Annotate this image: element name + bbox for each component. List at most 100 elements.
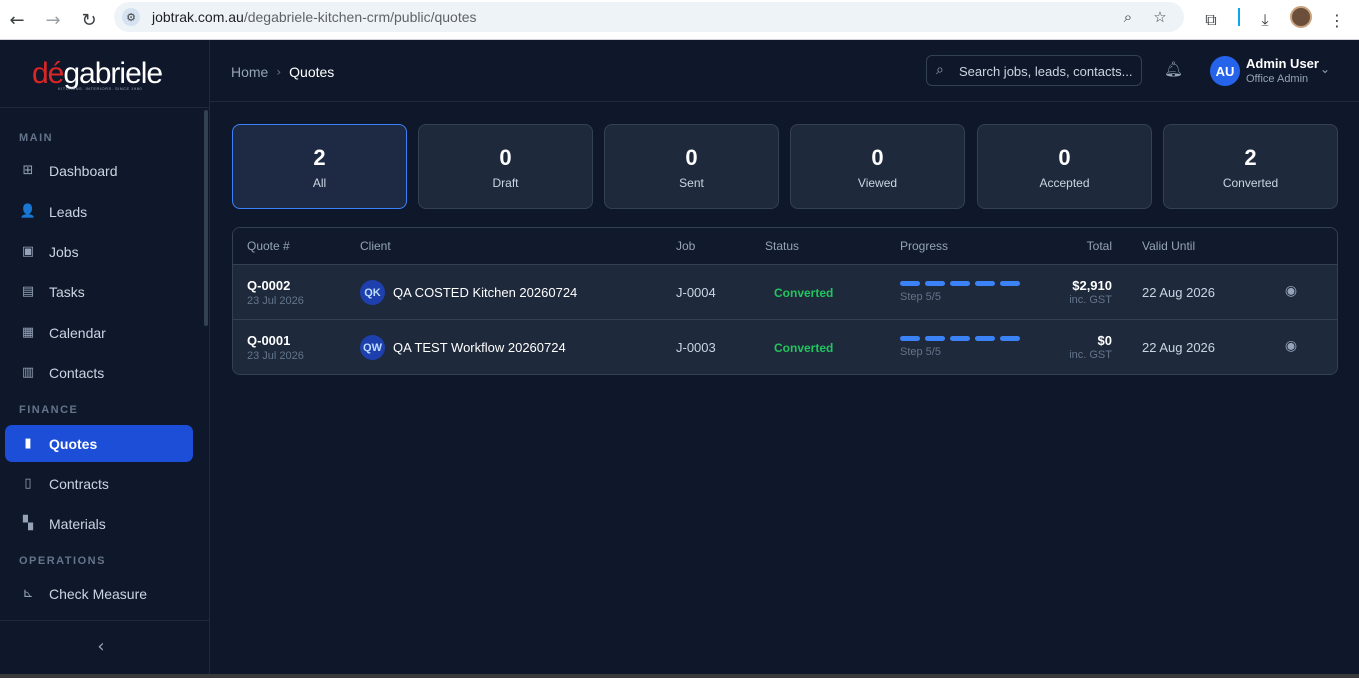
- column-header-client[interactable]: Client: [360, 239, 391, 253]
- sidebar-item-label: Check Measure: [49, 585, 148, 602]
- toolbar-divider: [1238, 8, 1240, 26]
- tax-note: inc. GST: [1069, 349, 1112, 361]
- column-header-quote[interactable]: Quote #: [247, 239, 290, 253]
- quote-total: $2,910: [1072, 278, 1112, 293]
- progress-segment: [950, 281, 970, 286]
- stat-count: 2: [1244, 145, 1257, 170]
- progress-step-text: Step 5/5: [900, 346, 941, 358]
- sidebar-item-tasks[interactable]: ▤ Tasks: [5, 273, 193, 310]
- sidebar-item-label: Calendar: [49, 324, 106, 341]
- quotes-table: Quote # Client Job Status Progress Total…: [232, 227, 1338, 375]
- bookmark-star-icon[interactable]: ☆: [1148, 5, 1172, 29]
- sidebar-item-label: Quotes: [49, 435, 98, 452]
- brand-logo[interactable]: dégabriele KITCHENS. INTERIORS. SINCE 19…: [0, 40, 209, 108]
- column-header-progress[interactable]: Progress: [900, 239, 948, 253]
- table-row[interactable]: Q-0002 23 Jul 2026 QK QA COSTED Kitchen …: [233, 265, 1337, 320]
- sidebar-item-quotes[interactable]: ▮ Quotes: [5, 425, 193, 462]
- chevron-down-icon[interactable]: ⌄: [1320, 62, 1330, 76]
- sidebar-item-jobs[interactable]: ▣ Jobs: [5, 233, 193, 270]
- breadcrumb: Home › Quotes: [231, 64, 334, 80]
- user-plus-icon: 👤: [19, 204, 37, 219]
- progress-segment: [1000, 336, 1020, 341]
- zoom-icon[interactable]: ⌕: [1116, 5, 1140, 29]
- browser-toolbar: ← → ↻ ⚙ jobtrak.com.au/degabriele-kitche…: [0, 0, 1359, 40]
- sidebar-item-dashboard[interactable]: ⊞ Dashboard: [5, 152, 193, 189]
- menu-icon[interactable]: ⋮: [1323, 6, 1351, 34]
- stat-label: Viewed: [857, 176, 898, 190]
- user-name[interactable]: Admin User: [1246, 56, 1319, 71]
- view-eye-icon[interactable]: ◉: [1282, 282, 1300, 300]
- address-book-icon: ▥: [21, 365, 35, 380]
- client-name[interactable]: QA COSTED Kitchen 20260724: [393, 285, 577, 300]
- sidebar-item-label: Contacts: [49, 364, 105, 381]
- breadcrumb-current: Quotes: [289, 64, 335, 80]
- column-header-total[interactable]: Total: [1087, 239, 1112, 253]
- client-name[interactable]: QA TEST Workflow 20260724: [393, 340, 566, 355]
- progress-bar: [900, 336, 1020, 341]
- back-arrow-icon[interactable]: ←: [3, 6, 31, 34]
- progress-segment: [975, 336, 995, 341]
- chevron-right-icon: ›: [276, 65, 282, 79]
- job-number[interactable]: J-0004: [676, 285, 716, 300]
- stat-card-sent[interactable]: 0 Sent: [604, 124, 779, 209]
- status-badge: Converted: [774, 286, 834, 300]
- progress-bar: [900, 281, 1020, 286]
- job-number[interactable]: J-0003: [676, 340, 716, 355]
- sidebar-item-contacts[interactable]: ▥ Contacts: [5, 354, 193, 391]
- url-text[interactable]: jobtrak.com.au/degabriele-kitchen-crm/pu…: [152, 9, 477, 25]
- stat-count: 2: [313, 145, 326, 170]
- user-role: Office Admin: [1246, 73, 1309, 85]
- collapse-sidebar-icon[interactable]: ‹: [92, 636, 110, 657]
- view-eye-icon[interactable]: ◉: [1282, 337, 1300, 355]
- quote-number[interactable]: Q-0002: [247, 278, 290, 293]
- nav-section-main: MAIN: [19, 132, 54, 144]
- download-icon[interactable]: ⤓: [1251, 6, 1279, 34]
- column-header-valid-until[interactable]: Valid Until: [1142, 239, 1195, 253]
- search-input[interactable]: [959, 62, 1137, 80]
- address-bar[interactable]: ⚙ jobtrak.com.au/degabriele-kitchen-crm/…: [114, 2, 1184, 32]
- stat-count: 0: [871, 145, 884, 170]
- sidebar-item-check-measure[interactable]: ⊾ Check Measure: [5, 575, 193, 612]
- profile-avatar[interactable]: [1290, 6, 1312, 28]
- stat-count: 0: [685, 145, 698, 170]
- column-header-job[interactable]: Job: [676, 239, 695, 253]
- extensions-icon[interactable]: ⧉: [1197, 6, 1225, 34]
- notification-bell-icon[interactable]: 🔔︎: [1164, 60, 1183, 78]
- sidebar-scrollbar[interactable]: [204, 110, 208, 326]
- grid-icon: ⊞: [22, 163, 34, 178]
- logo-tagline: KITCHENS. INTERIORS. SINCE 1980: [58, 86, 143, 91]
- sidebar-item-calendar[interactable]: ▦ Calendar: [5, 314, 193, 351]
- stat-card-accepted[interactable]: 0 Accepted: [977, 124, 1152, 209]
- stat-card-converted[interactable]: 2 Converted: [1163, 124, 1338, 209]
- valid-until: 22 Aug 2026: [1142, 340, 1216, 355]
- global-search[interactable]: ⌕: [926, 55, 1142, 86]
- status-badge: Converted: [774, 341, 834, 355]
- sidebar-item-materials[interactable]: ▚ Materials: [5, 505, 193, 542]
- breadcrumb-home[interactable]: Home: [231, 64, 268, 80]
- sidebar-item-label: Dashboard: [49, 162, 118, 179]
- progress-segment: [925, 281, 945, 286]
- sidebar-item-contracts[interactable]: ▯ Contracts: [5, 465, 193, 502]
- reload-icon[interactable]: ↻: [75, 6, 103, 34]
- nav-section-operations: OPERATIONS: [19, 555, 106, 567]
- client-avatar: QW: [360, 335, 385, 360]
- user-avatar[interactable]: AU: [1210, 56, 1240, 86]
- progress-segment: [950, 336, 970, 341]
- stat-card-draft[interactable]: 0 Draft: [418, 124, 593, 209]
- valid-until: 22 Aug 2026: [1142, 285, 1216, 300]
- stat-card-all[interactable]: 2 All: [232, 124, 407, 209]
- stat-card-viewed[interactable]: 0 Viewed: [790, 124, 965, 209]
- site-settings-icon[interactable]: ⚙: [122, 8, 140, 26]
- table-row[interactable]: Q-0001 23 Jul 2026 QW QA TEST Workflow 2…: [233, 320, 1337, 374]
- stat-label: Accepted: [1039, 176, 1090, 190]
- quote-date: 23 Jul 2026: [247, 350, 304, 362]
- stat-label: Draft: [492, 176, 519, 190]
- quote-number[interactable]: Q-0001: [247, 333, 290, 348]
- stat-count: 0: [1058, 145, 1071, 170]
- forward-arrow-icon[interactable]: →: [39, 6, 67, 34]
- sidebar-item-leads[interactable]: 👤 Leads: [5, 193, 193, 230]
- column-header-status[interactable]: Status: [765, 239, 799, 253]
- toolbox-icon: ▤: [21, 284, 35, 299]
- progress-segment: [925, 336, 945, 341]
- nav-section-finance: FINANCE: [19, 404, 79, 416]
